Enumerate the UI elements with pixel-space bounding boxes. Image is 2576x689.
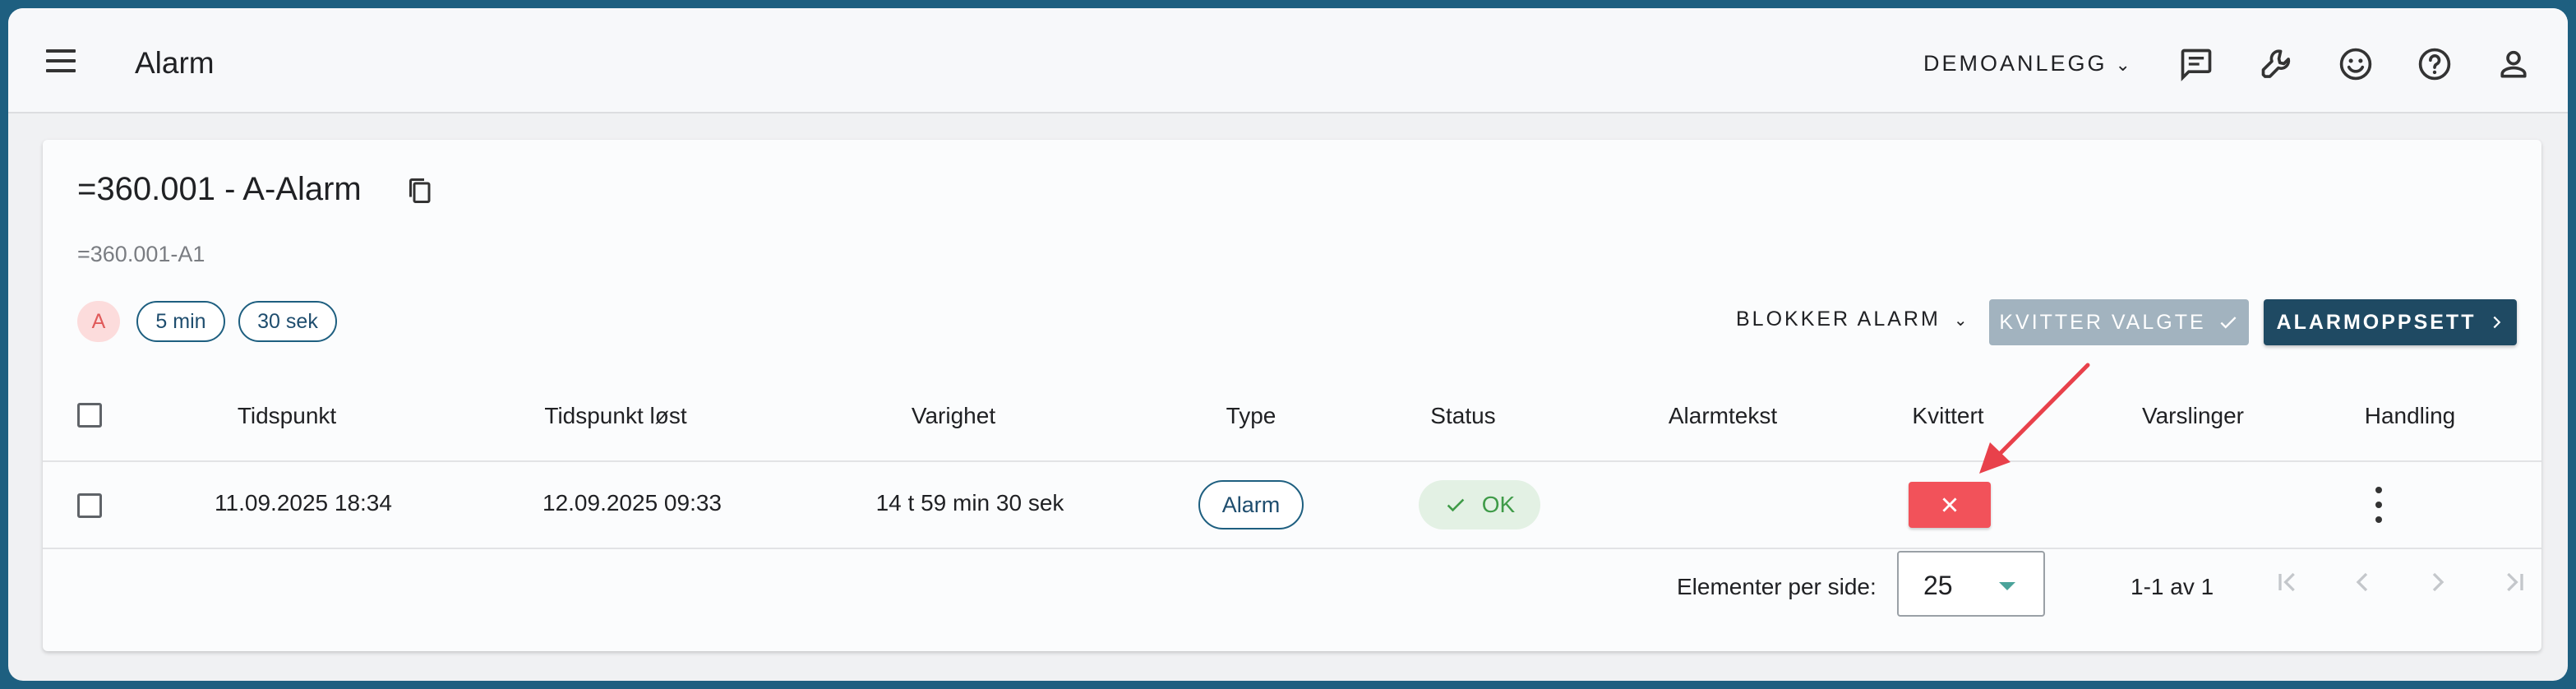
alarm-title: =360.001 - A-Alarm <box>77 171 362 207</box>
site-selector-label: DEMOANLEGG <box>1923 51 2107 76</box>
column-header-alarm-text[interactable]: Alarmtekst <box>1669 403 1777 429</box>
column-header-status[interactable]: Status <box>1430 403 1495 429</box>
previous-page-icon[interactable] <box>2346 564 2379 600</box>
acknowledge-selected-label: KVITTER VALGTE <box>1999 310 2206 334</box>
wrench-icon[interactable] <box>2259 46 2295 82</box>
page-title: Alarm <box>135 46 215 80</box>
next-page-icon[interactable] <box>2421 564 2454 600</box>
dropdown-arrow-icon <box>1999 582 2015 590</box>
check-icon <box>2220 317 2237 329</box>
status-label: OK <box>1481 492 1516 517</box>
chevron-down-icon: ⌄ <box>1953 312 1968 330</box>
help-icon[interactable] <box>2417 46 2453 82</box>
cell-duration: 14 t 59 min 30 sek <box>875 490 1064 516</box>
acknowledge-selected-button[interactable]: KVITTER VALGTE <box>1989 299 2249 345</box>
row-checkbox[interactable] <box>77 493 102 518</box>
block-alarm-button[interactable]: BLOKKER ALARM ⌄ <box>1736 308 1968 331</box>
column-header-notifications[interactable]: Varslinger <box>2142 403 2244 429</box>
last-page-icon[interactable] <box>2497 564 2530 600</box>
status-badge: OK <box>1419 480 1540 529</box>
alarm-setup-button[interactable]: ALARMOPPSETT <box>2264 299 2517 345</box>
column-header-duration[interactable]: Varighet <box>912 403 995 429</box>
column-header-actions: Handling <box>2364 403 2456 428</box>
block-alarm-label: BLOKKER ALARM <box>1736 308 1941 331</box>
account-icon[interactable] <box>2495 46 2532 82</box>
alarm-card: =360.001 - A-Alarm =360.001-A1 A 5 min 3… <box>43 140 2541 651</box>
top-bar: Alarm DEMOANLEGG ⌄ <box>8 8 2568 113</box>
row-divider <box>43 548 2541 549</box>
check-icon <box>1447 498 1465 512</box>
acknowledge-button[interactable] <box>1909 482 1991 528</box>
site-selector[interactable]: DEMOANLEGG ⌄ <box>1923 51 2131 76</box>
priority-badge: A <box>77 301 120 342</box>
first-page-icon[interactable] <box>2272 564 2305 600</box>
per-page-label: Elementer per side: <box>1677 574 1877 599</box>
close-icon <box>1942 497 1957 512</box>
more-actions-icon[interactable] <box>2371 485 2387 525</box>
cell-resolved: 12.09.2025 09:33 <box>542 490 722 516</box>
alarm-tag: =360.001-A1 <box>77 242 205 266</box>
chevron-right-icon <box>2494 316 2501 329</box>
column-header-type[interactable]: Type <box>1226 403 1276 429</box>
select-all-checkbox[interactable] <box>77 403 102 428</box>
per-page-value: 25 <box>1923 571 1953 600</box>
column-header-time[interactable]: Tidspunkt <box>238 403 336 429</box>
repeat-chip: 30 sek <box>238 301 337 342</box>
chat-icon[interactable] <box>2178 46 2214 82</box>
column-header-resolved[interactable]: Tidspunkt løst <box>544 403 686 429</box>
menu-icon[interactable] <box>44 48 77 74</box>
per-page-select[interactable]: 25 <box>1897 551 2045 617</box>
copy-icon[interactable] <box>404 174 434 207</box>
header-divider <box>43 460 2541 462</box>
page-range: 1-1 av 1 <box>2131 574 2214 599</box>
column-header-acknowledged[interactable]: Kvittert <box>1912 403 1983 429</box>
alarm-setup-label: ALARMOPPSETT <box>2276 310 2477 334</box>
app-window: Alarm DEMOANLEGG ⌄ =360.001 - A-Alarm =3… <box>8 8 2568 681</box>
cell-time: 11.09.2025 18:34 <box>215 490 392 516</box>
delay-chip: 5 min <box>136 301 225 342</box>
type-chip: Alarm <box>1198 480 1304 529</box>
smiley-icon[interactable] <box>2338 46 2374 82</box>
chevron-down-icon: ⌄ <box>2115 54 2131 75</box>
